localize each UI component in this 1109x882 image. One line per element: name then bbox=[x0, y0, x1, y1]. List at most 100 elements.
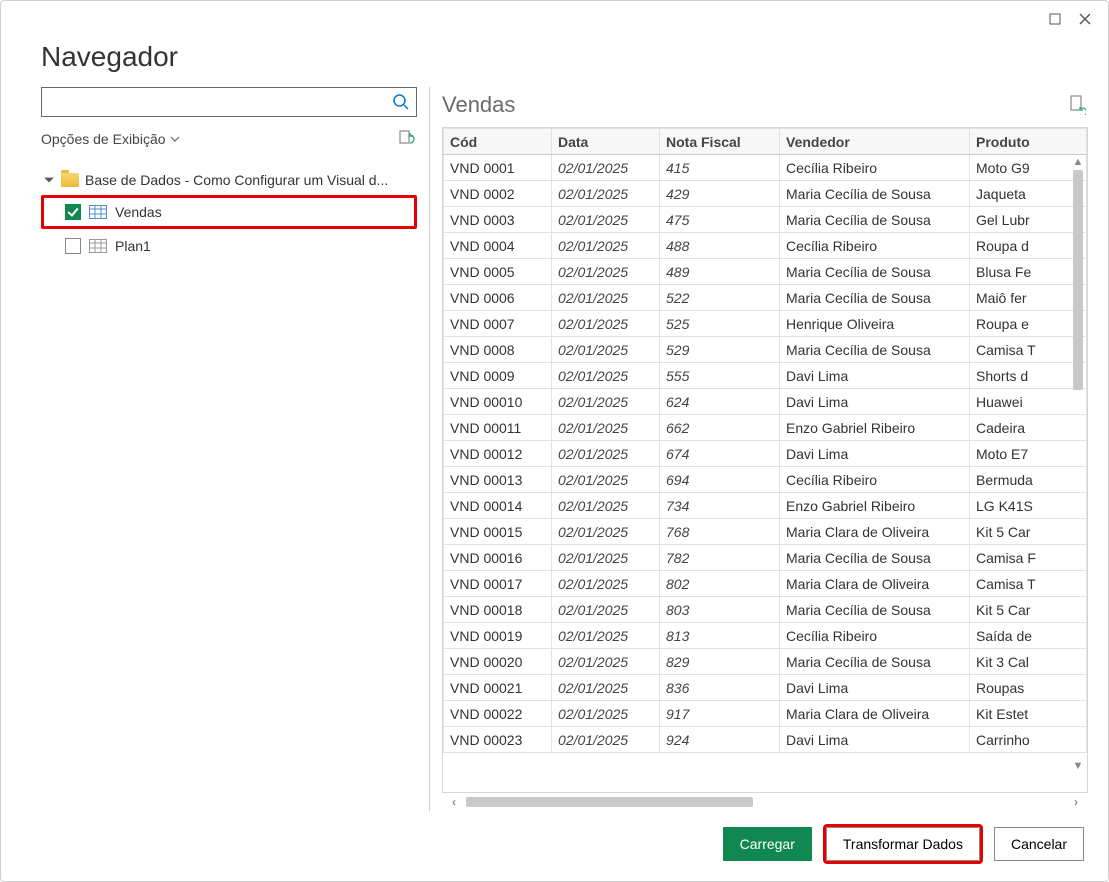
search-icon[interactable] bbox=[390, 91, 412, 113]
checkbox-plan1[interactable] bbox=[65, 238, 81, 254]
tree-root-node[interactable]: Base de Dados - Como Configurar um Visua… bbox=[41, 165, 417, 195]
col-header-vendedor[interactable]: Vendedor bbox=[780, 129, 970, 155]
table-row[interactable]: VND 0001002/01/2025624Davi LimaHuawei bbox=[444, 389, 1087, 415]
cell-cod: VND 00022 bbox=[444, 701, 552, 727]
table-row[interactable]: VND 0001202/01/2025674Davi LimaMoto E7 bbox=[444, 441, 1087, 467]
hscroll-track[interactable] bbox=[466, 796, 1064, 808]
cell-produto: Camisa T bbox=[970, 337, 1087, 363]
refresh-button[interactable] bbox=[397, 129, 417, 149]
tree-item-label: Vendas bbox=[115, 204, 162, 220]
table-row[interactable]: VND 0001402/01/2025734Enzo Gabriel Ribei… bbox=[444, 493, 1087, 519]
cell-nf: 694 bbox=[660, 467, 780, 493]
hscroll-thumb[interactable] bbox=[466, 797, 753, 807]
cell-vendedor: Davi Lima bbox=[780, 363, 970, 389]
horizontal-scrollbar[interactable]: ‹ › bbox=[442, 793, 1088, 811]
source-tree: Base de Dados - Como Configurar um Visua… bbox=[41, 165, 417, 263]
cell-nf: 525 bbox=[660, 311, 780, 337]
load-button[interactable]: Carregar bbox=[723, 827, 812, 861]
cell-nf: 488 bbox=[660, 233, 780, 259]
cell-data: 02/01/2025 bbox=[552, 623, 660, 649]
scroll-down-arrow[interactable]: ▼ bbox=[1073, 760, 1084, 774]
cell-produto: Huawei bbox=[970, 389, 1087, 415]
table-row[interactable]: VND 0001502/01/2025768Maria Clara de Oli… bbox=[444, 519, 1087, 545]
table-row[interactable]: VND 0001802/01/2025803Maria Cecília de S… bbox=[444, 597, 1087, 623]
table-row[interactable]: VND 0001102/01/2025662Enzo Gabriel Ribei… bbox=[444, 415, 1087, 441]
cell-produto: Shorts d bbox=[970, 363, 1087, 389]
cell-nf: 529 bbox=[660, 337, 780, 363]
cell-cod: VND 00014 bbox=[444, 493, 552, 519]
cell-vendedor: Enzo Gabriel Ribeiro bbox=[780, 415, 970, 441]
cell-cod: VND 00017 bbox=[444, 571, 552, 597]
dialog-header: Navegador bbox=[1, 37, 1108, 87]
table-row[interactable]: VND 000202/01/2025429Maria Cecília de So… bbox=[444, 181, 1087, 207]
table-row[interactable]: VND 0002102/01/2025836Davi LimaRoupas bbox=[444, 675, 1087, 701]
col-header-produto[interactable]: Produto bbox=[970, 129, 1087, 155]
preview-options-button[interactable] bbox=[1068, 95, 1088, 115]
search-box[interactable] bbox=[41, 87, 417, 117]
table-row[interactable]: VND 000502/01/2025489Maria Cecília de So… bbox=[444, 259, 1087, 285]
close-button[interactable] bbox=[1070, 6, 1100, 32]
navigator-tree-pane: Opções de Exibição Base de Dados - Como … bbox=[41, 87, 429, 811]
cell-nf: 674 bbox=[660, 441, 780, 467]
cell-cod: VND 0003 bbox=[444, 207, 552, 233]
cell-produto: Kit Estet bbox=[970, 701, 1087, 727]
scroll-left-arrow[interactable]: ‹ bbox=[446, 795, 462, 809]
cell-data: 02/01/2025 bbox=[552, 389, 660, 415]
vscroll-thumb[interactable] bbox=[1073, 170, 1083, 390]
cancel-button[interactable]: Cancelar bbox=[994, 827, 1084, 861]
tree-item-vendas[interactable]: Vendas bbox=[41, 195, 417, 229]
cell-cod: VND 0007 bbox=[444, 311, 552, 337]
cell-vendedor: Davi Lima bbox=[780, 675, 970, 701]
tree-root-label: Base de Dados - Como Configurar um Visua… bbox=[85, 172, 388, 188]
table-row[interactable]: VND 0002202/01/2025917Maria Clara de Oli… bbox=[444, 701, 1087, 727]
table-row[interactable]: VND 0001602/01/2025782Maria Cecília de S… bbox=[444, 545, 1087, 571]
scroll-up-arrow[interactable]: ▲ bbox=[1073, 156, 1084, 170]
table-row[interactable]: VND 000902/01/2025555Davi LimaShorts d bbox=[444, 363, 1087, 389]
cell-vendedor: Maria Clara de Oliveira bbox=[780, 519, 970, 545]
tree-item-plan1[interactable]: Plan1 bbox=[41, 229, 417, 263]
cell-cod: VND 00020 bbox=[444, 649, 552, 675]
scroll-right-arrow[interactable]: › bbox=[1068, 795, 1084, 809]
cell-vendedor: Maria Clara de Oliveira bbox=[780, 571, 970, 597]
cell-cod: VND 0005 bbox=[444, 259, 552, 285]
folder-icon bbox=[61, 173, 79, 187]
col-header-data[interactable]: Data bbox=[552, 129, 660, 155]
table-row[interactable]: VND 000802/01/2025529Maria Cecília de So… bbox=[444, 337, 1087, 363]
table-row[interactable]: VND 000602/01/2025522Maria Cecília de So… bbox=[444, 285, 1087, 311]
search-input[interactable] bbox=[48, 89, 390, 115]
preview-pane: Vendas Cód Data Not bbox=[442, 87, 1088, 811]
cell-cod: VND 00015 bbox=[444, 519, 552, 545]
vscroll-track[interactable] bbox=[1071, 170, 1085, 760]
cell-produto: Roupas bbox=[970, 675, 1087, 701]
table-row[interactable]: VND 0001702/01/2025802Maria Clara de Oli… bbox=[444, 571, 1087, 597]
checkbox-vendas[interactable] bbox=[65, 204, 81, 220]
dialog-footer: Carregar Transformar Dados Cancelar bbox=[1, 811, 1108, 881]
cell-data: 02/01/2025 bbox=[552, 441, 660, 467]
cell-vendedor: Maria Cecília de Sousa bbox=[780, 207, 970, 233]
table-row[interactable]: VND 000102/01/2025415Cecília RibeiroMoto… bbox=[444, 155, 1087, 181]
display-options-dropdown[interactable]: Opções de Exibição bbox=[41, 131, 180, 147]
cell-nf: 803 bbox=[660, 597, 780, 623]
table-row[interactable]: VND 0001902/01/2025813Cecília RibeiroSaí… bbox=[444, 623, 1087, 649]
col-header-nota-fiscal[interactable]: Nota Fiscal bbox=[660, 129, 780, 155]
maximize-button[interactable] bbox=[1040, 6, 1070, 32]
cell-data: 02/01/2025 bbox=[552, 519, 660, 545]
table-row[interactable]: VND 000402/01/2025488Cecília RibeiroRoup… bbox=[444, 233, 1087, 259]
maximize-icon bbox=[1049, 13, 1061, 25]
col-header-cod[interactable]: Cód bbox=[444, 129, 552, 155]
table-row[interactable]: VND 0002302/01/2025924Davi LimaCarrinho bbox=[444, 727, 1087, 753]
cell-data: 02/01/2025 bbox=[552, 675, 660, 701]
cell-nf: 829 bbox=[660, 649, 780, 675]
table-row[interactable]: VND 000302/01/2025475Maria Cecília de So… bbox=[444, 207, 1087, 233]
table-row[interactable]: VND 0002002/01/2025829Maria Cecília de S… bbox=[444, 649, 1087, 675]
cell-nf: 522 bbox=[660, 285, 780, 311]
table-row[interactable]: VND 000702/01/2025525Henrique OliveiraRo… bbox=[444, 311, 1087, 337]
table-row[interactable]: VND 0001302/01/2025694Cecília RibeiroBer… bbox=[444, 467, 1087, 493]
cell-vendedor: Davi Lima bbox=[780, 389, 970, 415]
transform-data-button[interactable]: Transformar Dados bbox=[826, 827, 980, 861]
vertical-scrollbar[interactable]: ▲ ▼ bbox=[1071, 156, 1085, 774]
cell-nf: 802 bbox=[660, 571, 780, 597]
cell-cod: VND 0008 bbox=[444, 337, 552, 363]
cell-vendedor: Maria Cecília de Sousa bbox=[780, 259, 970, 285]
cell-data: 02/01/2025 bbox=[552, 181, 660, 207]
